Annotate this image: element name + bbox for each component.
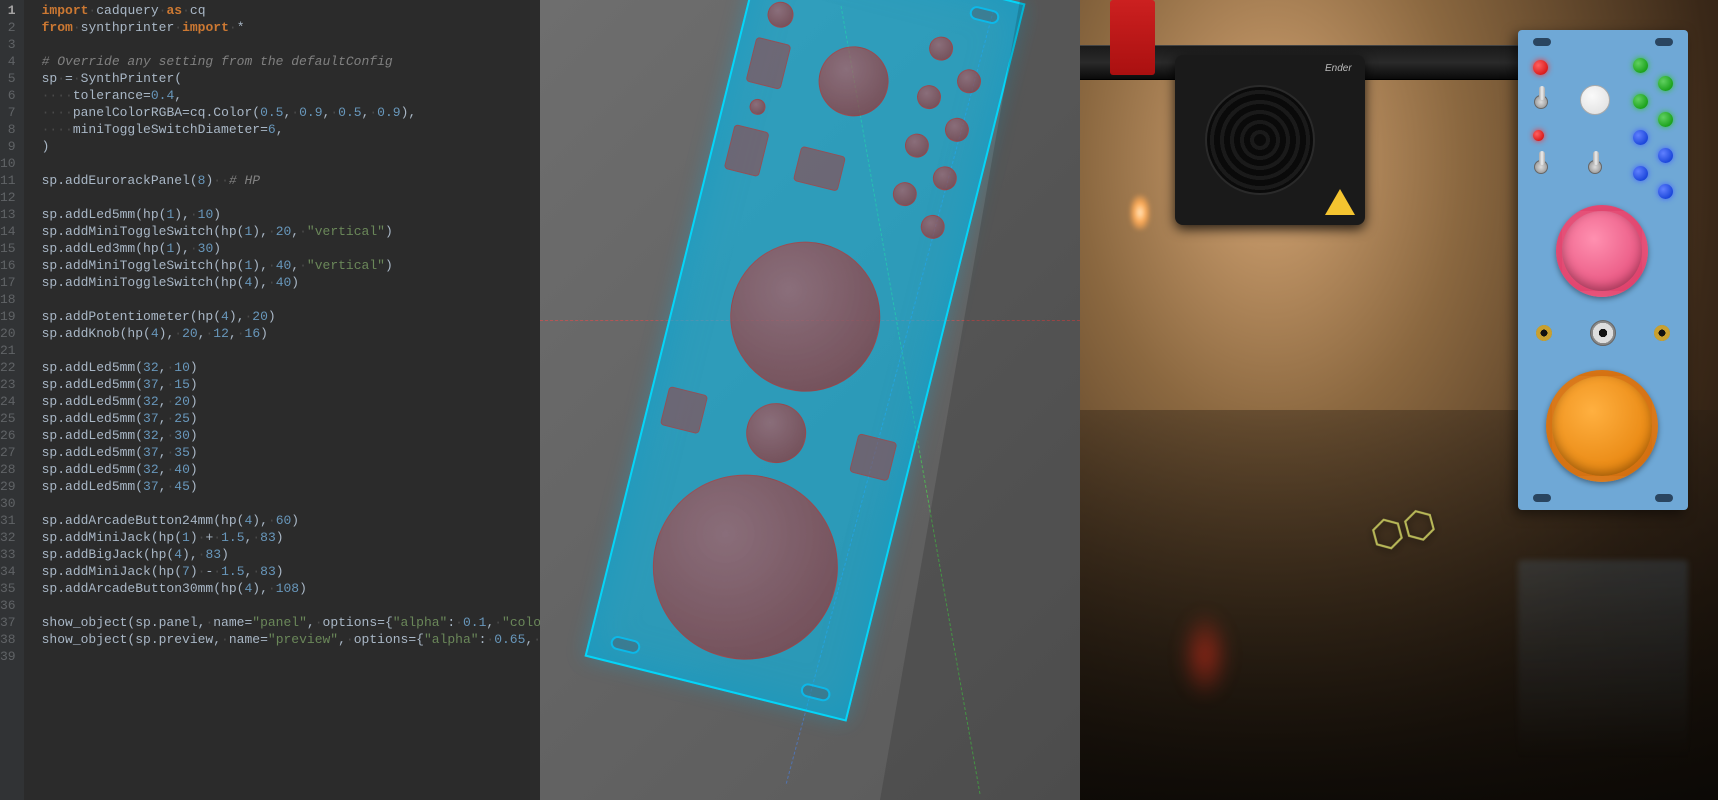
hotend-shroud: Ender [1175,55,1365,225]
hot-warning-icon [1325,189,1355,215]
mini-jack [1654,325,1670,341]
led-green [1633,94,1648,109]
component-arcade-button [633,455,857,679]
toggle-switch [1588,160,1602,174]
component-led [914,83,943,112]
led-red [1533,130,1544,141]
component-toggle [724,124,770,177]
potentiometer-knob [1580,85,1610,115]
arcade-button-orange [1546,370,1658,482]
component-led [902,131,931,160]
printed-test-piece: ⬡⬡ [1366,505,1420,555]
printer-gantry: Ender [1080,0,1590,200]
mount-slot [1533,38,1551,46]
led-red [1533,60,1548,75]
led-blue [1633,166,1648,181]
toggle-switch [1534,95,1548,109]
reflection-glow [1180,610,1230,700]
led-green [1658,112,1673,127]
component-knob [811,39,896,124]
component-led [930,164,959,193]
line-number-gutter: 1234567891011121314151617181920212223242… [0,0,24,800]
photo-panel: Ender ⬡⬡ [1080,0,1718,800]
mount-hole [799,682,831,703]
component-led [954,67,983,96]
printer-brand-label: Ender [1325,63,1352,74]
mount-slot [1655,38,1673,46]
panel-reflection [1518,560,1688,760]
nozzle-glow [1130,195,1150,230]
component-minijack [849,433,897,481]
led-blue [1658,148,1673,163]
component-led [765,0,797,30]
cad-viewer-panel[interactable] [540,0,1080,800]
mini-jack [1536,325,1552,341]
fan-grill [1205,85,1315,195]
component-led [748,97,767,116]
rendered-panel-model [584,0,1025,722]
code-editor-panel: 1234567891011121314151617181920212223242… [0,0,540,800]
led-green [1658,76,1673,91]
component-minijack [660,386,708,434]
big-jack [1590,320,1616,346]
component-led [890,180,919,209]
component-arcade-button [714,226,896,408]
led-green [1633,58,1648,73]
mount-slot [1655,494,1673,502]
component-bigjack [740,397,813,470]
hotend-bracket [1110,0,1155,75]
component-toggle [793,146,846,192]
mount-hole [968,5,1000,26]
led-blue [1633,130,1648,145]
arcade-button-pink [1556,205,1648,297]
component-led [918,212,947,241]
mount-hole [609,635,641,656]
component-toggle [745,37,791,90]
component-led [942,115,971,144]
printed-eurorack-panel [1518,30,1688,510]
component-led [927,34,956,63]
toggle-switch [1534,160,1548,174]
mount-slot [1533,494,1551,502]
led-blue [1658,184,1673,199]
